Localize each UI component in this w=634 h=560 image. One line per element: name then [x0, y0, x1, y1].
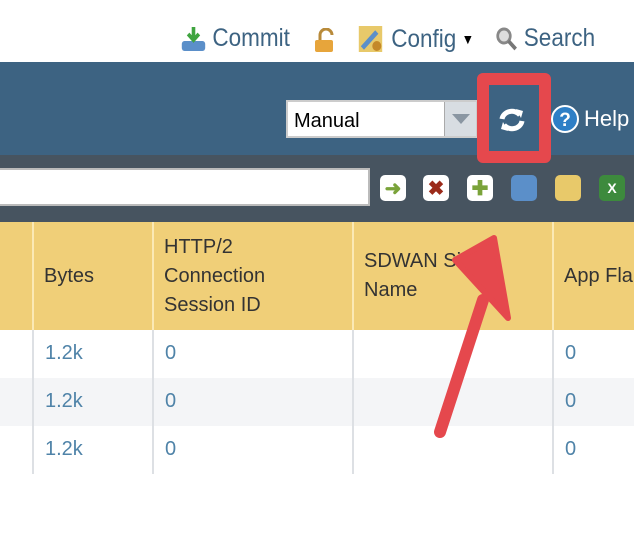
annotation-arrow — [434, 235, 511, 438]
